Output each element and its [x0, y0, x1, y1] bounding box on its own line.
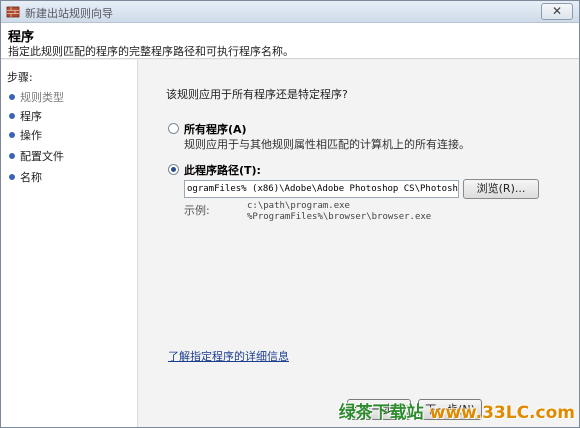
program-path-radio[interactable] — [168, 164, 179, 175]
title-bar: 新建出站规则向导 ✕ — [1, 1, 579, 23]
all-programs-description: 规则应用于与其他规则属性相匹配的计算机上的所有连接。 — [184, 138, 470, 151]
step-label: 配置文件 — [20, 150, 64, 163]
step-bullet-icon — [9, 174, 15, 180]
step-name[interactable]: 名称 — [7, 169, 135, 186]
step-rule-type[interactable]: 规则类型 — [7, 89, 135, 106]
step-label: 名称 — [20, 171, 42, 184]
main-content: 该规则应用于所有程序还是特定程序? 所有程序(A) 规则应用于与其他规则属性相匹… — [139, 60, 579, 427]
program-path-input[interactable]: ogramFiles% (x86)\Adobe\Adobe Photoshop … — [184, 180, 459, 198]
all-programs-label[interactable]: 所有程序(A) — [184, 121, 247, 137]
step-label: 规则类型 — [20, 91, 64, 104]
step-program[interactable]: 程序 — [7, 108, 135, 125]
step-bullet-icon — [9, 94, 15, 100]
step-action[interactable]: 操作 — [7, 127, 135, 144]
scope-question: 该规则应用于所有程序还是特定程序? — [166, 88, 348, 101]
example-line: %ProgramFiles%\browser\browser.exe — [247, 212, 432, 222]
site-watermark: 绿茶下载站 www.33LC.com — [339, 398, 575, 423]
browse-button[interactable]: 浏览(R)... — [463, 179, 539, 199]
steps-sidebar: 步骤: 规则类型 程序 操作 配置文件 名称 — [1, 60, 138, 427]
program-path-label[interactable]: 此程序路径(T): — [184, 162, 261, 178]
step-label: 程序 — [20, 110, 42, 123]
window-title: 新建出站规则向导 — [25, 7, 113, 20]
all-programs-radio[interactable] — [168, 123, 179, 134]
watermark-text: 绿茶下载站 — [338, 403, 424, 423]
page-header: 程序 指定此规则匹配的程序的完整程序路径和可执行程序名称。 — [1, 23, 579, 59]
learn-more-link[interactable]: 了解指定程序的详细信息 — [168, 348, 289, 364]
step-bullet-icon — [9, 113, 15, 119]
example-line: c:\path\program.exe — [247, 201, 350, 211]
step-label: 操作 — [20, 129, 42, 142]
close-button[interactable]: ✕ — [541, 3, 573, 20]
page-subtitle: 指定此规则匹配的程序的完整程序路径和可执行程序名称。 — [8, 45, 294, 58]
wizard-window: 新建出站规则向导 ✕ 程序 指定此规则匹配的程序的完整程序路径和可执行程序名称。… — [0, 0, 580, 428]
step-profile[interactable]: 配置文件 — [7, 148, 135, 165]
firewall-app-icon — [6, 6, 20, 18]
step-bullet-icon — [9, 153, 15, 159]
example-label: 示例: — [184, 204, 210, 217]
steps-title: 步骤: — [7, 71, 33, 84]
step-bullet-icon — [9, 132, 15, 138]
watermark-url: www.33LC.com — [429, 403, 575, 423]
